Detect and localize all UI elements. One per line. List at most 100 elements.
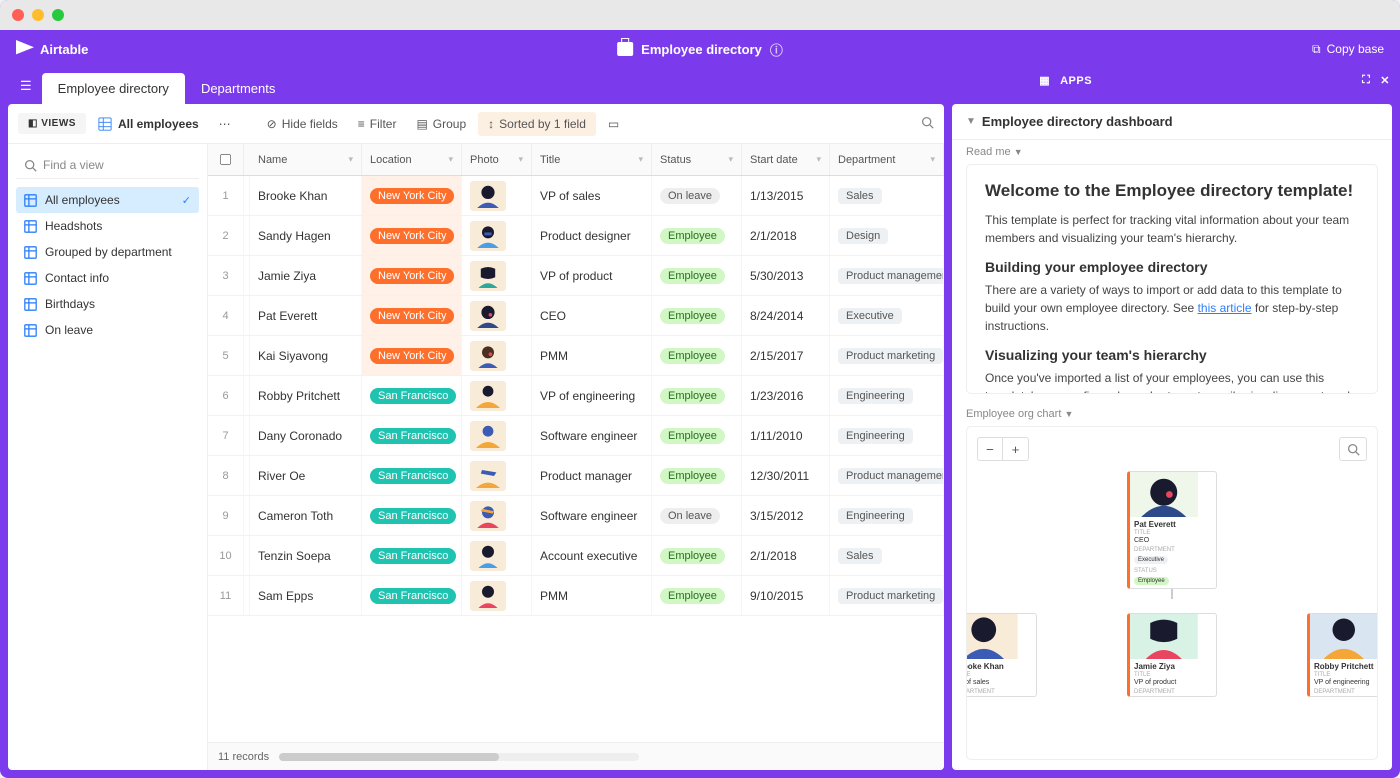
cell-location[interactable]: New York City (362, 336, 462, 375)
cell-department[interactable]: Sales (830, 176, 944, 215)
cell-photo[interactable] (462, 296, 532, 335)
cell-start-date[interactable]: 1/11/2010 (742, 416, 830, 455)
cell-title[interactable]: VP of sales (532, 176, 652, 215)
table-row[interactable]: 2 Sandy Hagen New York City Product desi… (208, 216, 944, 256)
cell-start-date[interactable]: 1/13/2015 (742, 176, 830, 215)
table-row[interactable]: 7 Dany Coronado San Francisco Software e… (208, 416, 944, 456)
cell-title[interactable]: Product designer (532, 216, 652, 255)
cell-start-date[interactable]: 2/1/2018 (742, 216, 830, 255)
org-chart-app[interactable]: − + Pat Everett TITLE CEO DEPARTMENT Exe… (966, 426, 1378, 760)
column-location[interactable]: Location▾ (362, 144, 462, 175)
cell-location[interactable]: San Francisco (362, 496, 462, 535)
cell-start-date[interactable]: 2/15/2017 (742, 336, 830, 375)
cell-name[interactable]: Pat Everett (250, 296, 362, 335)
find-view-input[interactable]: Find a view (16, 152, 199, 179)
table-row[interactable]: 8 River Oe San Francisco Product manager… (208, 456, 944, 496)
cell-department[interactable]: Product management (830, 456, 944, 495)
row-height-icon[interactable]: ▭ (600, 112, 627, 136)
cell-title[interactable]: Software engineer (532, 416, 652, 455)
maximize-window[interactable] (52, 9, 64, 21)
cell-department[interactable]: Executive (830, 296, 944, 335)
org-search-icon[interactable] (1339, 437, 1367, 461)
table-row[interactable]: 5 Kai Siyavong New York City PMM Employe… (208, 336, 944, 376)
cell-start-date[interactable]: 3/15/2012 (742, 496, 830, 535)
cell-title[interactable]: Software engineer (532, 496, 652, 535)
cell-photo[interactable] (462, 336, 532, 375)
cell-start-date[interactable]: 9/10/2015 (742, 576, 830, 615)
cell-start-date[interactable]: 2/1/2018 (742, 536, 830, 575)
minimize-window[interactable] (32, 9, 44, 21)
table-row[interactable]: 11 Sam Epps San Francisco PMM Employee 9… (208, 576, 944, 616)
cell-status[interactable]: Employee (652, 336, 742, 375)
cell-name[interactable]: Jamie Ziya (250, 256, 362, 295)
cell-status[interactable]: Employee (652, 216, 742, 255)
cell-department[interactable]: Product marketing (830, 576, 944, 615)
orgchart-label[interactable]: Employee org chart (966, 408, 1061, 420)
cell-name[interactable]: River Oe (250, 456, 362, 495)
search-icon[interactable] (921, 116, 934, 132)
chevron-down-icon[interactable]: ▼ (966, 116, 976, 127)
cell-photo[interactable] (462, 416, 532, 455)
cell-start-date[interactable]: 1/23/2016 (742, 376, 830, 415)
sidebar-view-item[interactable]: All employees✓ (16, 187, 199, 213)
view-more-icon[interactable]: ⋯ (211, 112, 239, 136)
cell-location[interactable]: San Francisco (362, 576, 462, 615)
cell-title[interactable]: VP of product (532, 256, 652, 295)
zoom-in-button[interactable]: + (1003, 437, 1029, 461)
cell-title[interactable]: CEO (532, 296, 652, 335)
column-name[interactable]: Name▾ (250, 144, 362, 175)
cell-photo[interactable] (462, 176, 532, 215)
expand-apps-icon[interactable]: ⛶ (1362, 74, 1370, 87)
zoom-out-button[interactable]: − (977, 437, 1003, 461)
org-node-child[interactable]: Robby Pritchett TITLE VP of engineering … (1307, 613, 1378, 697)
cell-status[interactable]: Employee (652, 376, 742, 415)
cell-title[interactable]: PMM (532, 336, 652, 375)
cell-department[interactable]: Engineering (830, 376, 944, 415)
menu-icon[interactable]: ☰ (10, 78, 42, 94)
cell-department[interactable]: Sales (830, 536, 944, 575)
cell-location[interactable]: San Francisco (362, 416, 462, 455)
cell-department[interactable]: Product marketing (830, 336, 944, 375)
cell-status[interactable]: Employee (652, 416, 742, 455)
cell-photo[interactable] (462, 376, 532, 415)
filter-button[interactable]: ≡Filter (350, 112, 405, 136)
cell-start-date[interactable]: 12/30/2011 (742, 456, 830, 495)
table-row[interactable]: 6 Robby Pritchett San Francisco VP of en… (208, 376, 944, 416)
cell-photo[interactable] (462, 536, 532, 575)
cell-department[interactable]: Engineering (830, 416, 944, 455)
cell-title[interactable]: PMM (532, 576, 652, 615)
cell-photo[interactable] (462, 576, 532, 615)
cell-status[interactable]: Employee (652, 536, 742, 575)
org-node-child[interactable]: Brooke Khan TITLE VP of sales DEPARTMENT (966, 613, 1037, 697)
cell-status[interactable]: On leave (652, 496, 742, 535)
hide-fields-button[interactable]: ⊘Hide fields (259, 112, 346, 136)
cell-status[interactable]: On leave (652, 176, 742, 215)
cell-photo[interactable] (462, 256, 532, 295)
tab-employee-directory[interactable]: Employee directory (42, 73, 185, 104)
cell-location[interactable]: New York City (362, 256, 462, 295)
column-start-date[interactable]: Start date▾ (742, 144, 830, 175)
cell-location[interactable]: New York City (362, 176, 462, 215)
cell-name[interactable]: Kai Siyavong (250, 336, 362, 375)
column-department[interactable]: Department▾ (830, 144, 944, 175)
cell-photo[interactable] (462, 216, 532, 255)
org-node-root[interactable]: Pat Everett TITLE CEO DEPARTMENT Executi… (1127, 471, 1217, 589)
cell-department[interactable]: Engineering (830, 496, 944, 535)
sidebar-view-item[interactable]: Headshots (16, 213, 199, 239)
cell-name[interactable]: Sandy Hagen (250, 216, 362, 255)
copy-base-button[interactable]: Copy base (1327, 42, 1384, 56)
cell-location[interactable]: San Francisco (362, 536, 462, 575)
cell-status[interactable]: Employee (652, 256, 742, 295)
cell-start-date[interactable]: 8/24/2014 (742, 296, 830, 335)
cell-title[interactable]: Product manager (532, 456, 652, 495)
info-icon[interactable]: ⓘ (770, 40, 783, 59)
cell-name[interactable]: Cameron Toth (250, 496, 362, 535)
column-status[interactable]: Status▾ (652, 144, 742, 175)
readme-label[interactable]: Read me (966, 146, 1011, 158)
table-row[interactable]: 4 Pat Everett New York City CEO Employee… (208, 296, 944, 336)
sidebar-view-item[interactable]: On leave (16, 317, 199, 343)
select-all-checkbox[interactable] (208, 144, 244, 175)
base-title[interactable]: Employee directory ⓘ (617, 40, 783, 59)
table-row[interactable]: 3 Jamie Ziya New York City VP of product… (208, 256, 944, 296)
sort-button[interactable]: ↕ Sorted by 1 field (478, 112, 596, 136)
